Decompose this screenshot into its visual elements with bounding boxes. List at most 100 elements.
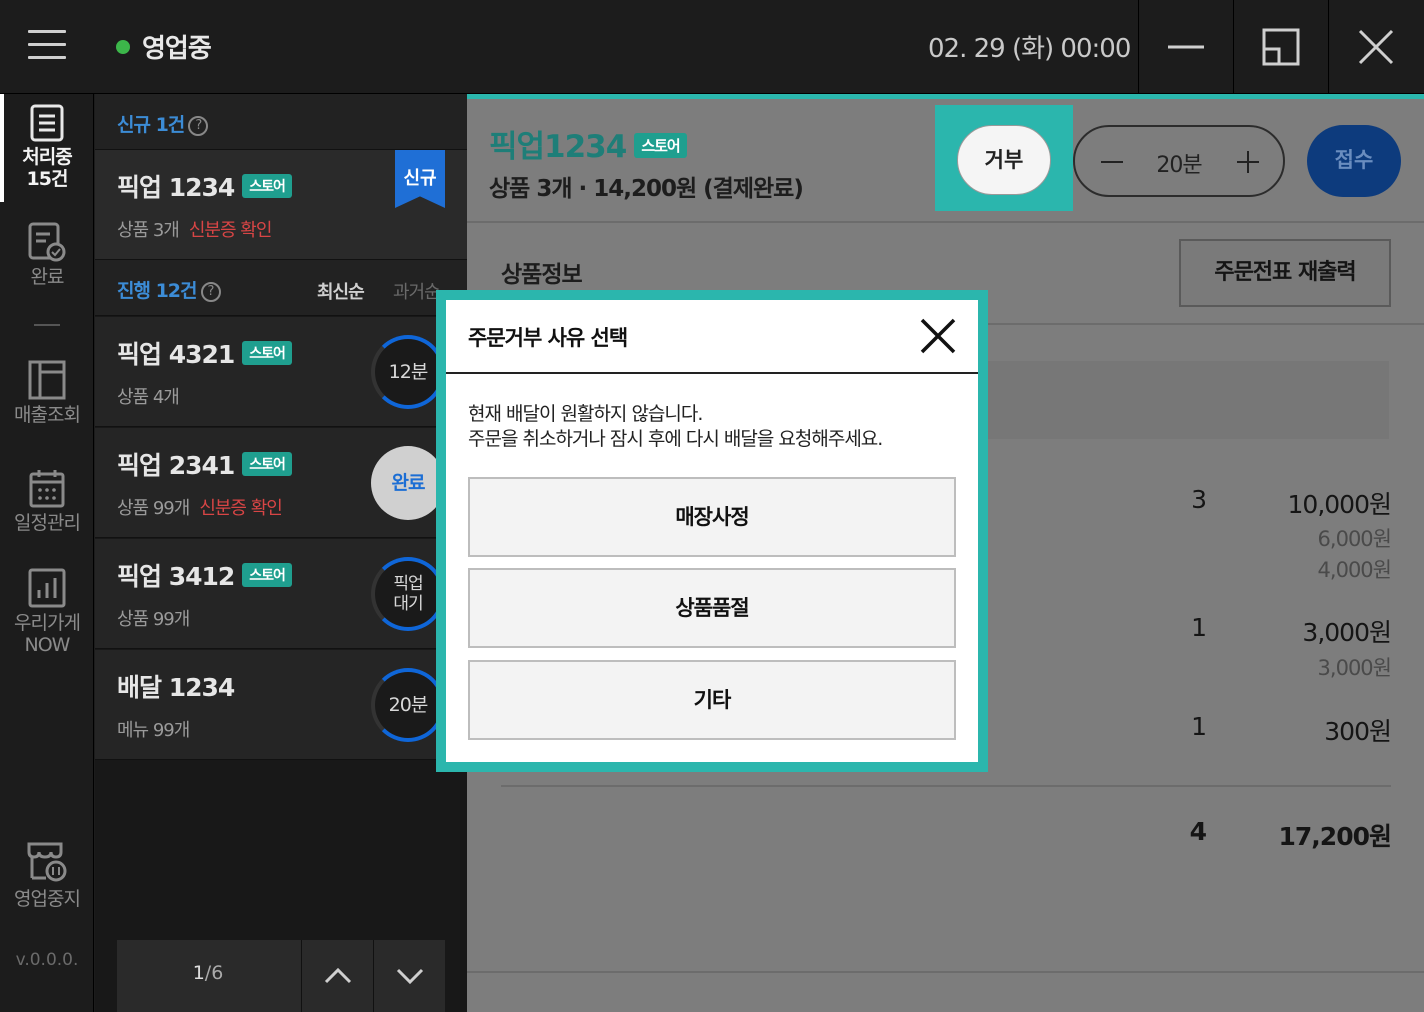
accept-button[interactable]: 접수 (1307, 125, 1401, 197)
nav-item-processing[interactable]: 처리중 15건 (0, 104, 94, 190)
help-icon[interactable]: ? (188, 116, 209, 136)
pager: 1/6 (117, 940, 445, 1012)
minimize-button[interactable] (1138, 0, 1232, 94)
nav-label: 매출조회 (14, 404, 81, 426)
id-check-warning: 신분증 확인 (188, 220, 273, 241)
top-bar: 영업중 02. 29 (화) 00:00 (0, 0, 1424, 94)
new-orders-count: 신규 1건 (117, 114, 185, 136)
app-version: v.0.0.0. (15, 950, 79, 970)
message-line: 현재 배달이 원활하지 않습니다. (468, 403, 703, 425)
order-timer: 20분 (371, 668, 445, 742)
nav-label: 영업중지 (14, 888, 81, 910)
store-pause-icon (27, 842, 67, 882)
new-ribbon: 신규 (395, 150, 445, 208)
item-qty: 1 (1191, 712, 1207, 741)
store-tag: 스토어 (242, 341, 292, 365)
order-number: 배달 1234 (117, 673, 235, 702)
message-line: 주문을 취소하거나 잠시 후에 다시 배달을 요청해주세요. (468, 428, 883, 450)
order-number: 픽업 4321 (117, 340, 235, 369)
id-check-warning: 신분증 확인 (199, 498, 283, 519)
nav-item-completed[interactable]: 완료 (0, 222, 94, 288)
nav-item-store-now[interactable]: 우리가게 NOW (0, 568, 94, 656)
document-list-icon (30, 104, 64, 142)
left-nav: 처리중 15건 완료 매출조회 일정관리 우리가게 NOW 영업중지 v.0.0… (0, 94, 94, 1012)
order-summary: 상품 4개 (117, 383, 180, 409)
menu-icon[interactable] (28, 30, 66, 62)
order-number: 픽업 1234 (117, 173, 235, 202)
maximize-icon (1262, 28, 1299, 66)
modal-title: 주문거부 사유 선택 (468, 326, 628, 350)
in-progress-count: 진행 12건 (117, 280, 197, 302)
order-summary: 상품 3개 신분증 확인 (117, 216, 273, 242)
order-title: 픽업 2341 스토어 (117, 446, 292, 482)
reprint-receipt-button[interactable]: 주문전표 재출력 (1179, 239, 1391, 307)
datetime: 02. 29 (화) 00:00 (928, 34, 1131, 64)
item-option-price: 4,000원 (1317, 558, 1392, 582)
help-icon[interactable]: ? (200, 282, 221, 302)
order-item-count: 상품 3개 (117, 220, 180, 241)
modal-close-button[interactable] (916, 314, 960, 358)
order-card[interactable]: 배달 1234 메뉴 99개 20분 (95, 650, 467, 760)
item-option-price: 3,000원 (1317, 656, 1392, 680)
order-card[interactable]: 픽업 2341 스토어 상품 99개 신분증 확인 완료 (95, 428, 467, 538)
item-option-price: 6,000원 (1317, 527, 1392, 551)
item-price: 3,000원 (1302, 618, 1392, 647)
store-tag: 스토어 (634, 133, 687, 158)
chevron-down-icon (396, 968, 423, 985)
order-title: 픽업 3412 스토어 (117, 557, 292, 593)
minus-icon[interactable] (1101, 161, 1123, 163)
order-item-count: 상품 4개 (117, 387, 180, 408)
order-item-count: 상품 99개 (117, 609, 190, 630)
order-card[interactable]: 픽업 3412 스토어 상품 99개 픽업 대기 (95, 539, 467, 649)
divider (501, 785, 1391, 787)
detail-order-number: 픽업1234 (489, 129, 627, 165)
store-status[interactable]: 영업중 (142, 28, 212, 65)
order-done-badge: 완료 (371, 446, 445, 520)
sort-latest[interactable]: 최신순 (317, 278, 365, 304)
new-orders-header: 신규 1건? (95, 94, 467, 150)
order-card-new[interactable]: 픽업 1234 스토어 상품 3개 신분증 확인 신규 (95, 150, 467, 260)
nav-label: 완료 (30, 266, 65, 288)
reject-reason-modal: 주문거부 사유 선택 현재 배달이 원활하지 않습니다. 주문을 취소하거나 잠… (446, 300, 978, 762)
order-number: 픽업 2341 (117, 451, 235, 480)
detail-title: 픽업1234 스토어 (489, 121, 687, 166)
order-item-count: 메뉴 99개 (117, 720, 190, 741)
status-dot-icon (116, 40, 130, 54)
order-item-count: 상품 99개 (117, 498, 190, 519)
reason-other-button[interactable]: 기타 (468, 660, 956, 740)
total-qty: 4 (1189, 817, 1207, 846)
order-summary: 메뉴 99개 (117, 716, 190, 742)
close-icon (1358, 29, 1393, 65)
sort-oldest[interactable]: 과거순 (393, 278, 441, 304)
nav-item-sales[interactable]: 매출조회 (0, 360, 94, 426)
order-summary: 상품 99개 (117, 605, 190, 631)
close-button[interactable] (1328, 0, 1422, 94)
detail-subtitle: 상품 3개 · 14,200원 (결제완료) (489, 176, 804, 202)
nav-item-schedule[interactable]: 일정관리 (0, 468, 94, 534)
prep-time-stepper: 20분 (1073, 125, 1285, 197)
order-number: 픽업 3412 (117, 562, 235, 591)
reject-button[interactable]: 거부 (957, 125, 1051, 195)
order-card[interactable]: 픽업 4321 스토어 상품 4개 12분 (95, 317, 467, 427)
order-summary: 상품 99개 신분증 확인 (117, 494, 283, 520)
page-down-button[interactable] (373, 940, 445, 1012)
divider (467, 221, 1424, 223)
maximize-button[interactable] (1233, 0, 1327, 94)
plus-icon[interactable] (1247, 151, 1249, 173)
nav-item-pause-business[interactable]: 영업중지 (0, 840, 94, 910)
timer-line: 픽업 (393, 574, 423, 594)
minimize-icon (1167, 45, 1204, 49)
order-timer: 12분 (371, 335, 445, 409)
modal-message: 현재 배달이 원활하지 않습니다. 주문을 취소하거나 잠시 후에 다시 배달을… (468, 402, 883, 452)
page-up-button[interactable] (301, 940, 373, 1012)
store-tag: 스토어 (242, 452, 292, 476)
reason-store-issue-button[interactable]: 매장사정 (468, 477, 956, 557)
product-info-label: 상품정보 (501, 262, 583, 288)
item-price: 10,000원 (1287, 490, 1392, 519)
page-total: /6 (204, 962, 224, 984)
divider (446, 372, 978, 374)
store-tag: 스토어 (242, 174, 292, 198)
reason-sold-out-button[interactable]: 상품품절 (468, 568, 956, 648)
page-indicator: 1/6 (117, 962, 299, 984)
document-check-icon (28, 222, 66, 262)
